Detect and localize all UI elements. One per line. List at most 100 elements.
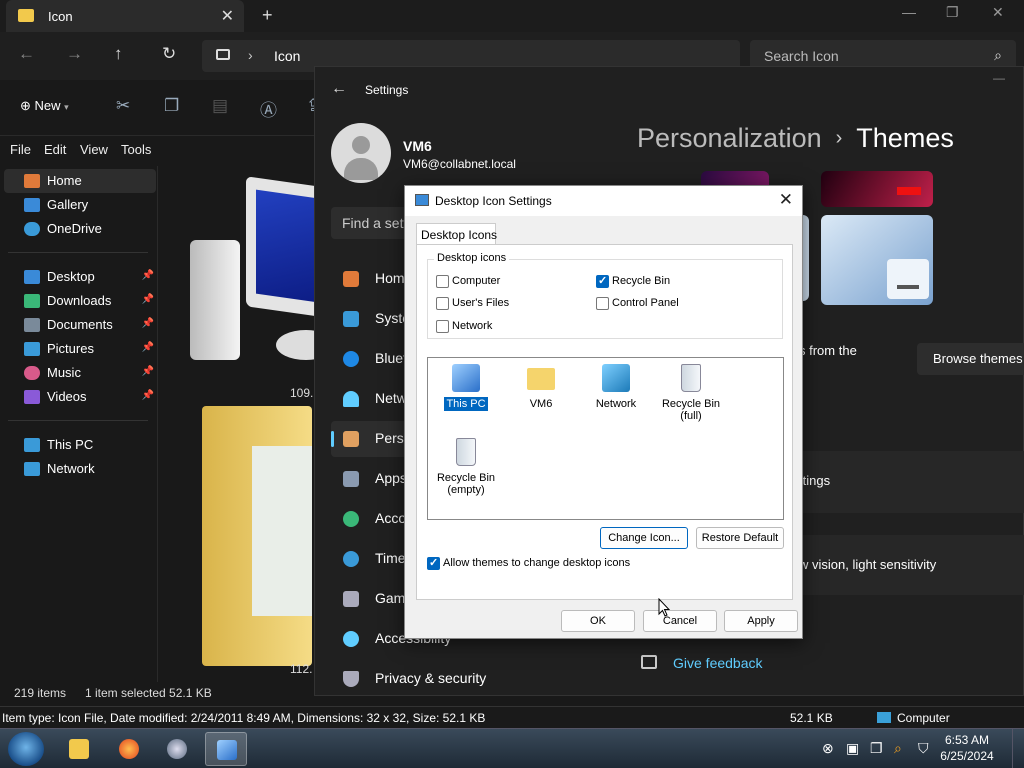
theme-thumbnail-bloom[interactable] bbox=[821, 215, 933, 305]
close-icon[interactable]: ✕ bbox=[779, 190, 793, 210]
shield-icon bbox=[343, 671, 359, 687]
browse-themes-button[interactable]: Browse themes bbox=[917, 343, 1024, 375]
back-arrow-icon[interactable]: ← bbox=[331, 80, 347, 98]
desktop-settings-icon bbox=[415, 194, 429, 206]
plus-circle-icon: ⊕ bbox=[20, 98, 31, 113]
up-arrow-icon[interactable]: ↑ bbox=[114, 44, 123, 64]
sidebar-item-gallery[interactable]: Gallery bbox=[4, 193, 156, 217]
change-icon-button[interactable]: Change Icon... bbox=[600, 527, 688, 549]
close-window-button[interactable]: ✕ bbox=[992, 4, 1004, 21]
breadcrumb-icon-folder[interactable]: Icon bbox=[274, 48, 300, 64]
breadcrumb-personalization[interactable]: Personalization bbox=[637, 123, 822, 153]
start-button[interactable] bbox=[8, 732, 44, 766]
settings-nav-label: Apps bbox=[375, 470, 407, 486]
taskbar-settings[interactable] bbox=[156, 732, 198, 766]
new-tab-button[interactable]: + bbox=[262, 5, 273, 26]
tab-desktop-icons[interactable]: Desktop Icons bbox=[416, 223, 497, 245]
list-item-user-folder[interactable]: VM6 bbox=[503, 360, 579, 430]
avatar[interactable] bbox=[331, 123, 391, 183]
menu-edit[interactable]: Edit bbox=[44, 142, 66, 157]
home-icon bbox=[24, 174, 40, 188]
show-desktop-button[interactable] bbox=[1012, 729, 1024, 768]
find-setting-input[interactable]: Find a setti bbox=[331, 207, 411, 239]
refresh-icon[interactable]: ↻ bbox=[162, 44, 176, 64]
display-icon[interactable]: ▣ bbox=[846, 740, 859, 757]
list-item-network[interactable]: Network bbox=[578, 360, 654, 430]
sidebar-item-desktop[interactable]: Desktop 📌 bbox=[4, 265, 156, 289]
menu-view[interactable]: View bbox=[80, 142, 108, 157]
recycle-bin-full-icon bbox=[681, 364, 701, 392]
sidebar-item-music[interactable]: Music 📌 bbox=[4, 361, 156, 385]
search-icon[interactable]: ⌕ bbox=[894, 740, 902, 757]
sidebar-item-pictures[interactable]: Pictures 📌 bbox=[4, 337, 156, 361]
back-arrow-icon[interactable]: ← bbox=[18, 44, 35, 64]
menu-file[interactable]: File bbox=[10, 142, 31, 157]
chevron-right-icon[interactable]: › bbox=[248, 47, 253, 63]
sidebar-item-onedrive[interactable]: OneDrive bbox=[4, 217, 156, 241]
taskbar-desktop-icon-settings[interactable] bbox=[205, 732, 247, 766]
user-name: VM6 bbox=[403, 138, 432, 154]
sidebar-item-label: Documents bbox=[47, 317, 113, 332]
list-item-this-pc[interactable]: This PC bbox=[428, 360, 504, 430]
clock-date: 6/25/2024 bbox=[940, 749, 994, 763]
menu-tools[interactable]: Tools bbox=[121, 142, 151, 157]
file-item-folder-icon[interactable] bbox=[202, 406, 312, 666]
close-tab-icon[interactable]: ✕ bbox=[221, 6, 234, 26]
navigation-pane: Home Gallery OneDrive Desktop 📌 Download… bbox=[0, 166, 158, 682]
list-item-recycle-bin-empty[interactable]: Recycle Bin (empty) bbox=[428, 434, 504, 504]
taskbar-firefox[interactable] bbox=[108, 732, 150, 766]
item-details: Item type: Icon File, Date modified: 2/2… bbox=[2, 711, 486, 725]
item-count: 219 items bbox=[14, 686, 67, 700]
folder-icon bbox=[69, 739, 89, 759]
forward-arrow-icon[interactable]: → bbox=[66, 44, 83, 64]
sidebar-item-home[interactable]: Home bbox=[4, 169, 156, 193]
pc-icon bbox=[216, 49, 230, 60]
apply-button[interactable]: Apply bbox=[724, 610, 798, 632]
sidebar-item-label: Home bbox=[47, 173, 82, 188]
find-setting-placeholder: Find a setti bbox=[342, 215, 411, 231]
taskbar-clock[interactable]: 6:53 AM 6/25/2024 bbox=[940, 732, 994, 764]
minimize-button[interactable]: — bbox=[993, 71, 1005, 85]
rename-icon[interactable]: Ⓐ bbox=[260, 96, 277, 121]
videos-icon bbox=[24, 390, 40, 404]
file-item-computer-icon[interactable] bbox=[190, 176, 316, 380]
tab-title: Icon bbox=[48, 9, 73, 24]
restore-default-button[interactable]: Restore Default bbox=[696, 527, 784, 549]
sidebar-item-documents[interactable]: Documents 📌 bbox=[4, 313, 156, 337]
cut-icon[interactable]: ✂ bbox=[116, 96, 130, 116]
dialog-title-bar: Desktop Icon Settings ✕ bbox=[405, 186, 802, 216]
settings-nav-privacy[interactable]: Privacy & security bbox=[331, 661, 486, 697]
theme-thumbnail[interactable] bbox=[821, 171, 933, 207]
cancel-button[interactable]: Cancel bbox=[643, 610, 717, 632]
sidebar-item-network[interactable]: Network bbox=[4, 457, 156, 481]
pin-icon[interactable]: 📌 bbox=[142, 366, 154, 377]
browse-themes-label: Browse themes bbox=[933, 351, 1023, 366]
sidebar-item-label: This PC bbox=[47, 437, 94, 452]
minimize-button[interactable]: — bbox=[902, 4, 916, 20]
ok-button[interactable]: OK bbox=[561, 610, 635, 632]
checkbox-label: Network bbox=[452, 320, 493, 332]
pin-icon[interactable]: 📌 bbox=[142, 390, 154, 401]
new-button[interactable]: ⊕ New ▾ bbox=[20, 98, 69, 114]
taskbar-file-explorer[interactable] bbox=[58, 732, 100, 766]
pin-icon[interactable]: 📌 bbox=[142, 342, 154, 353]
page-title: Personalization › Themes bbox=[637, 123, 954, 154]
list-item-recycle-bin-full[interactable]: Recycle Bin (full) bbox=[653, 360, 729, 430]
paste-icon[interactable]: ▤ bbox=[212, 96, 228, 116]
sidebar-item-downloads[interactable]: Downloads 📌 bbox=[4, 289, 156, 313]
sidebar-item-videos[interactable]: Videos 📌 bbox=[4, 385, 156, 409]
copy-icon[interactable]: ❐ bbox=[164, 96, 179, 116]
pin-icon[interactable]: 📌 bbox=[142, 270, 154, 281]
item-size: 52.1 KB bbox=[790, 711, 833, 725]
tab-icon-folder[interactable]: Icon ✕ bbox=[6, 0, 244, 32]
sidebar-item-this-pc[interactable]: This PC bbox=[4, 433, 156, 457]
recycle-bin-empty-icon bbox=[456, 438, 476, 466]
action-center-icon[interactable]: ⊗ bbox=[822, 740, 834, 757]
bluetooth-icon bbox=[343, 351, 359, 367]
network-icon[interactable]: ⛉ bbox=[918, 740, 929, 757]
give-feedback-label: Give feedback bbox=[673, 655, 763, 671]
copy-icon[interactable]: ❐ bbox=[870, 740, 883, 757]
pin-icon[interactable]: 📌 bbox=[142, 294, 154, 305]
maximize-button[interactable]: ❐ bbox=[946, 4, 959, 21]
pin-icon[interactable]: 📌 bbox=[142, 318, 154, 329]
